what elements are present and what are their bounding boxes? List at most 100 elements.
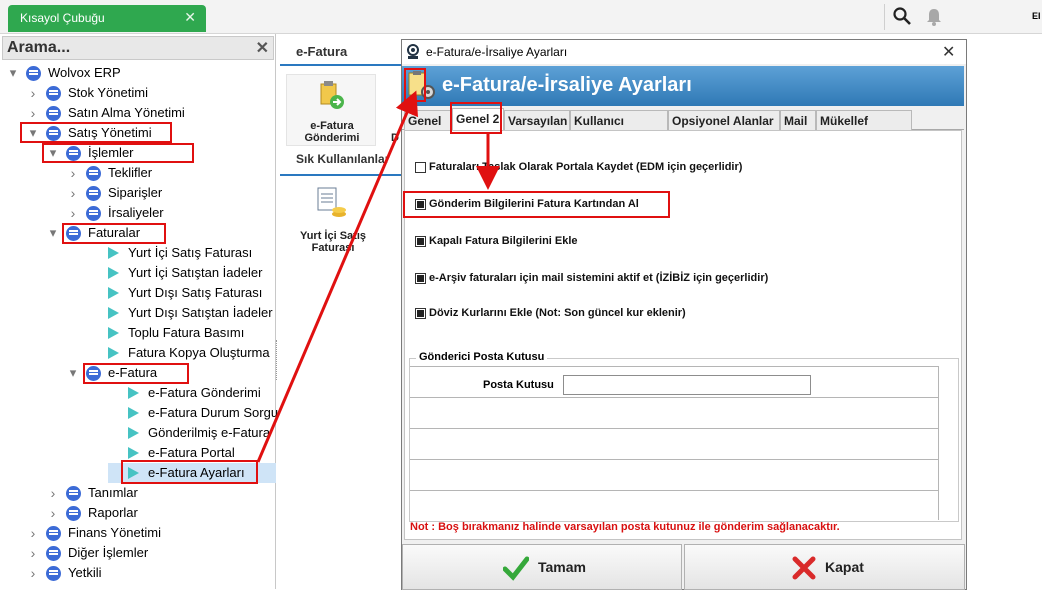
tree-leaf-item[interactable]: Toplu Fatura Basımı	[88, 323, 276, 343]
close-icon[interactable]: ✕	[942, 42, 955, 62]
option-checkbox[interactable]	[415, 308, 426, 319]
annotation-box	[450, 102, 502, 134]
tree-node-item[interactable]: › Finans Yönetimi	[28, 523, 276, 543]
tab-varsayılan[interactable]: Varsayılan	[504, 110, 570, 130]
invoice-money-icon[interactable]	[316, 186, 348, 222]
tree-node-item[interactable]: › Raporlar	[48, 503, 276, 523]
chevron-down-icon[interactable]: ▾	[68, 363, 78, 383]
chevron-right-icon[interactable]: ›	[28, 563, 38, 583]
tree-leaf-item[interactable]: Gönderilmiş e-Fatura	[108, 423, 276, 443]
app-gear-icon	[407, 44, 419, 59]
top-right-text: EI	[1032, 11, 1041, 21]
play-leaf-icon	[108, 267, 119, 279]
tree-leaf-item[interactable]: Yurt Dışı Satış Faturası	[88, 283, 276, 303]
close-icon[interactable]: ✕	[184, 9, 196, 26]
dialog-titlebar[interactable]: e-Fatura/e-İrsaliye Ayarları	[402, 40, 966, 64]
tree-leaf-item[interactable]: Yurt İçi Satış Faturası	[88, 243, 276, 263]
tree-item-label: İrsaliyeler	[108, 205, 164, 220]
checkmark-icon	[503, 556, 529, 581]
close-icon[interactable]: ✕	[256, 38, 269, 58]
tree-node-item[interactable]: ▾ Wolvox ERP	[8, 63, 276, 83]
tree-leaf-item[interactable]: e-Fatura Gönderimi	[108, 383, 276, 403]
kisayol-tab-label: Kısayol Çubuğu	[20, 11, 105, 25]
tab-mail[interactable]: Mail	[780, 110, 816, 130]
option-checkbox[interactable]	[415, 273, 426, 284]
list-node-icon	[66, 486, 81, 501]
tree-node-item[interactable]: › Diğer İşlemler	[28, 543, 276, 563]
list-node-icon	[46, 106, 61, 121]
option-label: Faturaları Taslak Olarak Portala Kaydet …	[429, 161, 743, 173]
tree-node-item[interactable]: › Satın Alma Yönetimi	[28, 103, 276, 123]
chevron-right-icon[interactable]: ›	[68, 203, 78, 223]
chevron-right-icon[interactable]: ›	[68, 183, 78, 203]
chevron-right-icon[interactable]: ›	[48, 503, 58, 523]
info-note: Not : Boş bırakmanız halinde varsayılan …	[410, 521, 840, 533]
banner-title: e-Fatura/e-İrsaliye Ayarları	[442, 74, 692, 96]
tree-node-item[interactable]: › Siparişler	[68, 183, 276, 203]
kapat-label: Kapat	[825, 559, 864, 575]
grid-line	[410, 490, 939, 491]
play-leaf-icon	[108, 327, 119, 339]
tree-leaf-item[interactable]: Yurt İçi Satıştan İadeler	[88, 263, 276, 283]
list-node-icon	[46, 566, 61, 581]
tree-item-label: Toplu Fatura Basımı	[128, 325, 245, 340]
tab-kullanıcı-bilgileri[interactable]: Kullanıcı Bilgileri	[570, 110, 668, 148]
chevron-down-icon[interactable]: ▾	[48, 223, 58, 243]
tree-item-label: Yurt Dışı Satış Faturası	[128, 285, 263, 300]
option-label: Kapalı Fatura Bilgilerini Ekle	[429, 235, 578, 247]
bell-icon[interactable]	[926, 8, 942, 26]
grid-line	[938, 366, 939, 520]
search-placeholder: Arama...	[7, 39, 71, 56]
kapat-button[interactable]: Kapat	[684, 544, 965, 590]
list-node-icon	[86, 186, 101, 201]
tree-node-item[interactable]: › Stok Yönetimi	[28, 83, 276, 103]
tree-leaf-item[interactable]: Yurt Dışı Satıştan İadeler	[88, 303, 276, 323]
annotation-box	[62, 223, 166, 244]
annotation-box	[83, 363, 189, 384]
kisayol-cubugu-tab[interactable]: Kısayol Çubuğu ✕	[8, 5, 206, 32]
tree-item-label: Yetkili	[68, 565, 102, 580]
tab-mükellef-listesi[interactable]: Mükellef Listesi	[816, 110, 912, 148]
mid-button1-line1: e-Fatura	[310, 120, 354, 132]
panel-splitter[interactable]	[276, 340, 279, 380]
chevron-right-icon[interactable]: ›	[28, 103, 38, 123]
play-leaf-icon	[128, 427, 139, 439]
tree-node-item[interactable]: › Teklifler	[68, 163, 276, 183]
tree-node-item[interactable]: › İrsaliyeler	[68, 203, 276, 223]
tamam-button[interactable]: Tamam	[402, 544, 682, 590]
tree-item-label: Tanımlar	[88, 485, 138, 500]
posta-kutusu-input[interactable]	[563, 375, 811, 395]
search-icon[interactable]	[892, 6, 912, 26]
list-node-icon	[86, 166, 101, 181]
tree-item-label: Finans Yönetimi	[68, 525, 161, 540]
chevron-right-icon[interactable]: ›	[68, 163, 78, 183]
mid-button1-line2: Gönderimi	[304, 132, 360, 144]
chevron-right-icon[interactable]: ›	[28, 543, 38, 563]
annotation-box	[404, 68, 426, 102]
option-checkbox[interactable]	[415, 236, 426, 247]
tree-node-item[interactable]: › Yetkili	[28, 563, 276, 583]
tree-node-item[interactable]: › Tanımlar	[48, 483, 276, 503]
tree-leaf-item[interactable]: Fatura Kopya Oluşturma	[88, 343, 276, 363]
annotation-box	[121, 460, 258, 484]
chevron-right-icon[interactable]: ›	[48, 483, 58, 503]
mid-button2-line1: Yurt İçi Satış	[299, 230, 367, 242]
play-leaf-icon	[128, 447, 139, 459]
chevron-right-icon[interactable]: ›	[28, 523, 38, 543]
tab-genel-1[interactable]: Genel 1	[404, 110, 452, 148]
option-checkbox[interactable]	[415, 162, 426, 173]
toolbar-divider	[884, 4, 885, 30]
tree-item-label: Siparişler	[108, 185, 163, 200]
tamam-label: Tamam	[538, 559, 586, 575]
play-leaf-icon	[108, 287, 119, 299]
tree-leaf-item[interactable]: e-Fatura Durum Sorgu	[108, 403, 278, 423]
tree-search-input[interactable]: Arama... ✕	[2, 36, 274, 60]
chevron-down-icon[interactable]: ▾	[8, 63, 18, 83]
play-leaf-icon	[128, 387, 139, 399]
chevron-right-icon[interactable]: ›	[28, 83, 38, 103]
tab-opsiyonel-alanlar[interactable]: Opsiyonel Alanlar	[668, 110, 780, 130]
tab-e-fatura[interactable]: e-Fatura	[280, 38, 402, 66]
list-node-icon	[66, 506, 81, 521]
group-title: Gönderici Posta Kutusu	[416, 351, 548, 363]
tree-item-label: Fatura Kopya Oluşturma	[128, 345, 270, 360]
